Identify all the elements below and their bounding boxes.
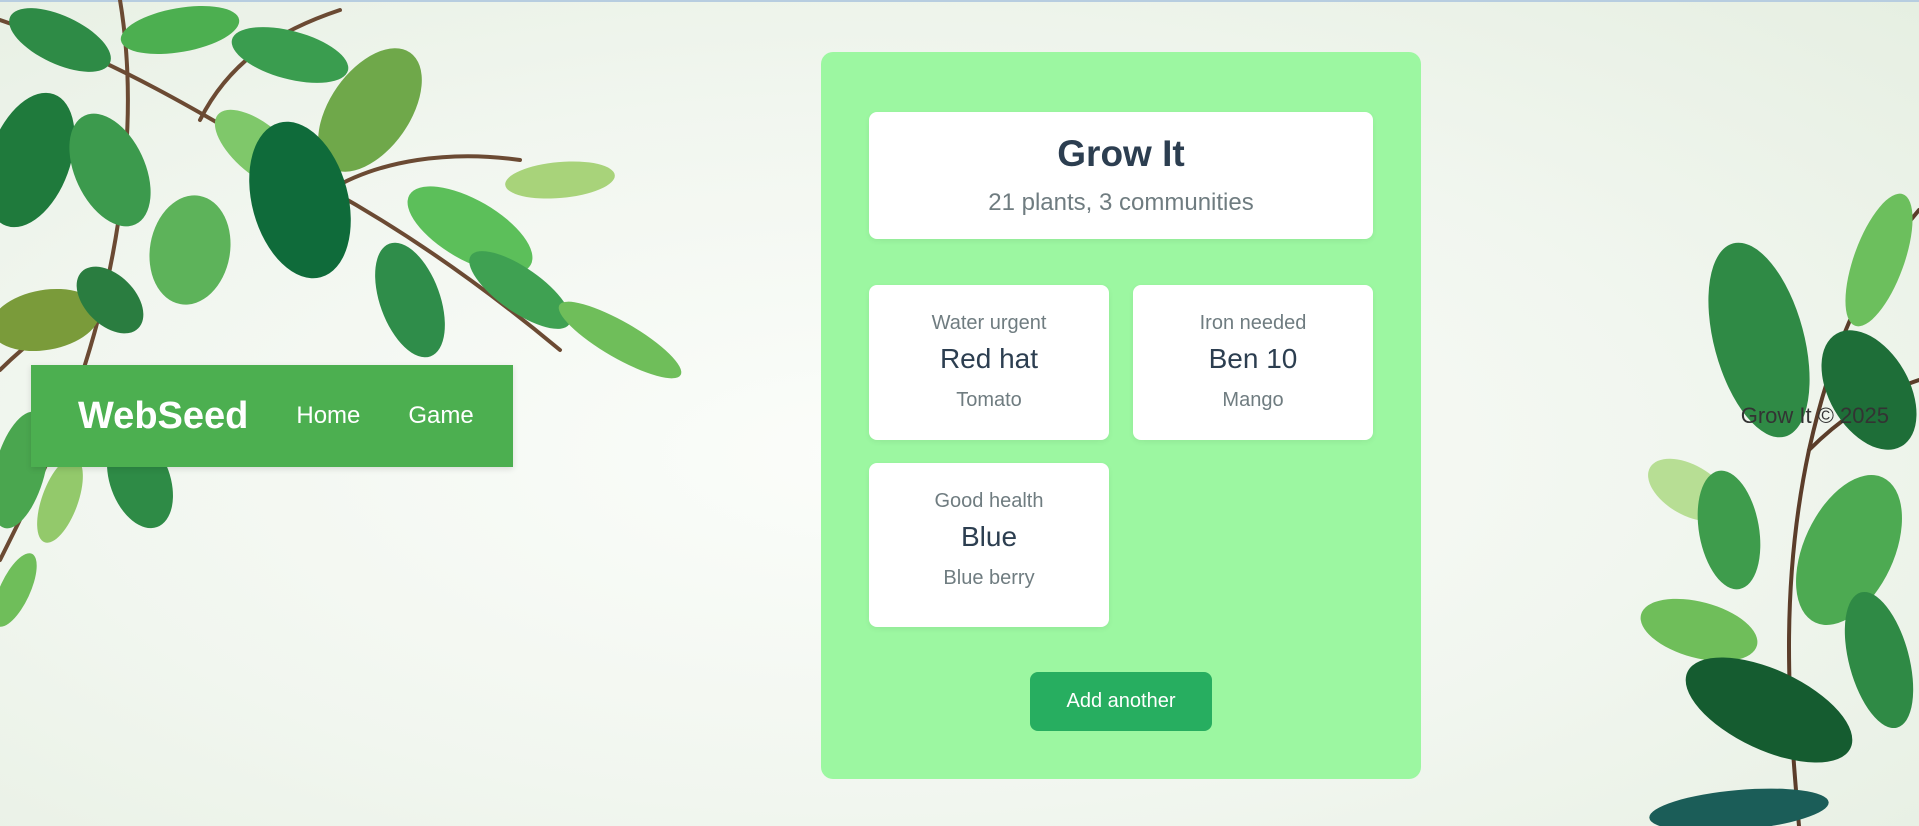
- navbar: WebSeed Home Game: [31, 365, 513, 467]
- plant-card[interactable]: Iron needed Ben 10 Mango: [1133, 285, 1373, 440]
- plant-card[interactable]: Good health Blue Blue berry: [869, 463, 1109, 627]
- leaves-decoration-right: [1640, 193, 1919, 826]
- page-title: Grow It: [1057, 133, 1185, 174]
- nav-link-game[interactable]: Game: [408, 402, 473, 430]
- nav-link-home[interactable]: Home: [296, 402, 360, 430]
- plant-status: Good health: [934, 490, 1044, 512]
- plant-status: Iron needed: [1199, 312, 1307, 334]
- plant-species: Tomato: [956, 389, 1022, 411]
- plant-status: Water urgent: [931, 312, 1047, 334]
- plant-species: Blue berry: [943, 567, 1035, 589]
- plant-card[interactable]: Water urgent Red hat Tomato: [869, 285, 1109, 440]
- leaves-decoration-left: [0, 0, 682, 627]
- brand-logo[interactable]: WebSeed: [78, 395, 248, 438]
- plant-name: Ben 10: [1208, 343, 1298, 374]
- main-panel: Grow It 21 plants, 3 communities Water u…: [821, 52, 1421, 779]
- summary-card: Grow It 21 plants, 3 communities: [869, 112, 1373, 239]
- plant-species: Mango: [1222, 389, 1284, 411]
- plant-name: Blue: [960, 521, 1018, 552]
- plant-name: Red hat: [939, 343, 1039, 374]
- summary-subtitle: 21 plants, 3 communities: [988, 189, 1254, 216]
- add-another-button[interactable]: Add another: [1030, 672, 1212, 731]
- footer-copyright: Grow It © 2025: [1740, 403, 1889, 428]
- window-top-border: [0, 0, 1919, 2]
